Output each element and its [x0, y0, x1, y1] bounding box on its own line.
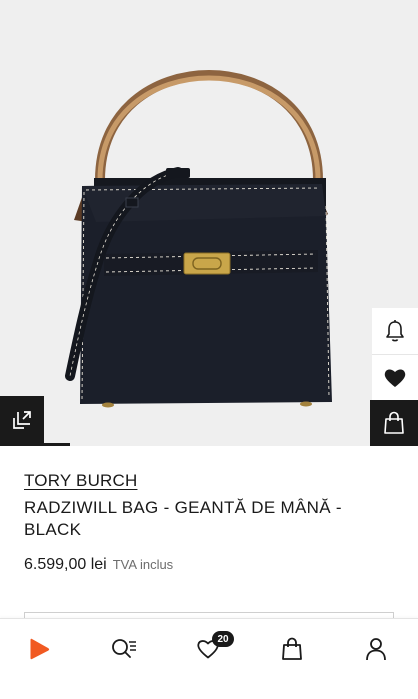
product-image[interactable] [0, 0, 418, 446]
bottom-navigation: 20 [0, 618, 418, 699]
nav-cart[interactable] [272, 629, 312, 669]
heart-filled-icon [384, 368, 406, 387]
product-title: RADZIWILL BAG - GEANTĂ DE MÂNĂ - BLACK [24, 498, 342, 539]
expand-view-icon [13, 411, 31, 429]
shopping-bag-icon [384, 411, 404, 434]
notify-button[interactable] [372, 308, 418, 354]
handbag-illustration [65, 70, 332, 408]
user-icon [366, 638, 386, 661]
tax-note: TVA inclus [112, 557, 174, 572]
price-row: 6.599,00 lei TVA inclus [24, 556, 173, 574]
shopping-bag-icon [282, 637, 302, 660]
nav-home[interactable] [20, 629, 60, 669]
wishlist-count-badge: 20 [212, 631, 234, 647]
wishlist-toggle-button[interactable] [372, 354, 418, 400]
bell-icon [386, 320, 404, 342]
brand-logo-icon [30, 638, 50, 660]
brand-link[interactable]: TORY BURCH [24, 471, 137, 491]
view-in-space-button[interactable] [0, 396, 44, 444]
product-price: 6.599,00 lei [24, 556, 107, 573]
add-to-bag-button[interactable] [370, 400, 418, 446]
search-list-icon [112, 639, 136, 658]
nav-wishlist[interactable]: 20 [188, 629, 234, 669]
nav-account[interactable] [356, 629, 396, 669]
nav-search[interactable] [104, 629, 144, 669]
